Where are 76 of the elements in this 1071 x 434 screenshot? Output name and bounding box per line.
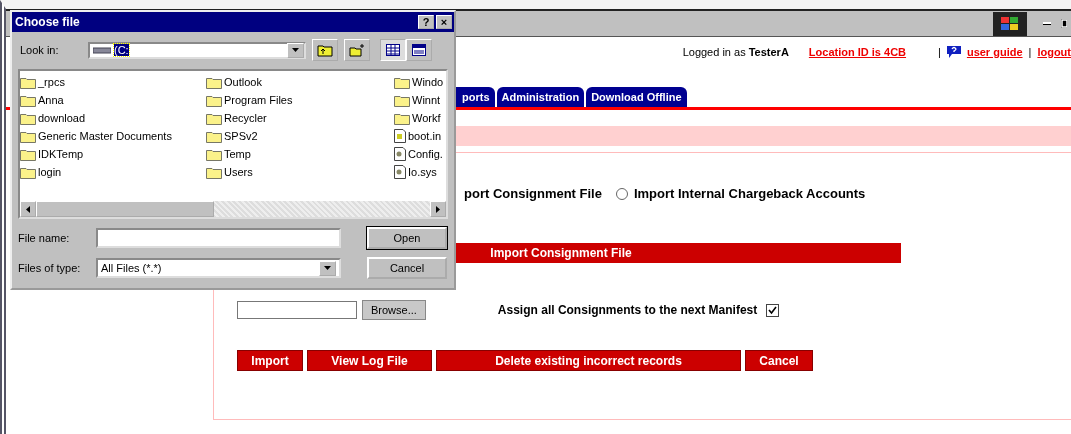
file-item[interactable]: SPSv2 bbox=[206, 127, 394, 145]
folder-icon bbox=[20, 147, 36, 161]
folder-icon bbox=[206, 147, 222, 161]
new-folder-button[interactable] bbox=[344, 39, 370, 61]
action-button[interactable]: View Log File bbox=[307, 350, 432, 371]
file-path-field[interactable] bbox=[237, 301, 357, 319]
details-view-button[interactable] bbox=[406, 39, 432, 61]
file-item[interactable]: Anna bbox=[20, 91, 206, 109]
help-bubble-icon[interactable] bbox=[946, 46, 961, 58]
look-in-dropdown[interactable]: (C: bbox=[88, 41, 306, 59]
list-view-button[interactable] bbox=[380, 39, 406, 61]
folder-icon bbox=[394, 75, 410, 89]
close-button[interactable]: × bbox=[436, 15, 452, 29]
file-item[interactable]: Temp bbox=[206, 145, 394, 163]
folder-icon bbox=[206, 165, 222, 179]
file-item[interactable]: Outlook bbox=[206, 73, 394, 91]
logout-link[interactable]: logout bbox=[1037, 46, 1071, 58]
help-button[interactable]: ? bbox=[418, 15, 434, 29]
list-view-icon bbox=[386, 44, 400, 56]
horizontal-scrollbar[interactable] bbox=[20, 201, 446, 217]
file-item[interactable]: boot.in bbox=[394, 127, 446, 145]
up-folder-button[interactable] bbox=[312, 39, 338, 61]
cancel-button[interactable]: Cancel bbox=[367, 257, 447, 279]
assign-label: Assign all Consignments to the next Manifest bbox=[497, 303, 758, 317]
action-button[interactable]: Import bbox=[237, 350, 303, 371]
file-item[interactable]: _rpcs bbox=[20, 73, 206, 91]
scroll-right-button[interactable] bbox=[430, 201, 446, 217]
right-arrow-icon bbox=[436, 205, 440, 213]
separator: | bbox=[1028, 46, 1032, 58]
file-item[interactable]: Config. bbox=[394, 145, 446, 163]
file-type-dropdown[interactable]: All Files (*.*) bbox=[96, 258, 341, 278]
file-item[interactable]: IDKTemp bbox=[20, 145, 206, 163]
left-arrow-icon bbox=[26, 205, 30, 213]
action-button[interactable]: Cancel bbox=[745, 350, 813, 371]
action-button[interactable]: Delete existing incorrect records bbox=[436, 350, 741, 371]
file-item[interactable]: Io.sys bbox=[394, 163, 446, 181]
scroll-left-button[interactable] bbox=[20, 201, 36, 217]
folder-icon bbox=[20, 165, 36, 179]
drive-icon bbox=[93, 46, 111, 54]
restore-icon[interactable] bbox=[1061, 19, 1067, 28]
separator: | bbox=[938, 46, 941, 58]
file-name-label: File name: bbox=[18, 232, 71, 244]
nav-tab[interactable]: Download Offline bbox=[586, 87, 687, 107]
assign-checkbox[interactable] bbox=[766, 303, 780, 317]
file-item[interactable]: Generic Master Documents bbox=[20, 127, 206, 145]
dialog-title: Choose file bbox=[15, 15, 81, 29]
file-item[interactable]: Program Files bbox=[206, 91, 394, 109]
system-file-icon bbox=[394, 147, 406, 161]
radio-label: port Consignment File bbox=[464, 186, 602, 201]
scroll-thumb[interactable] bbox=[36, 201, 214, 217]
new-folder-icon bbox=[349, 43, 365, 57]
files-of-type-label: Files of type: bbox=[18, 262, 82, 274]
minimize-icon[interactable] bbox=[1043, 22, 1051, 25]
open-button[interactable]: Open bbox=[367, 227, 447, 249]
folder-icon bbox=[206, 75, 222, 89]
location-link[interactable]: Location ID is 4CB bbox=[808, 46, 907, 58]
logged-in-text: Logged in as TesterA bbox=[682, 46, 789, 58]
nav-tab[interactable]: Administration bbox=[496, 87, 585, 107]
details-view-icon bbox=[412, 44, 426, 56]
folder-icon bbox=[20, 129, 36, 143]
settings-file-icon bbox=[394, 129, 406, 143]
look-in-label: Look in: bbox=[20, 44, 60, 56]
file-item[interactable]: download bbox=[20, 109, 206, 127]
folder-icon bbox=[20, 75, 36, 89]
file-item[interactable]: Users bbox=[206, 163, 394, 181]
browse-button[interactable]: Browse... bbox=[362, 300, 426, 320]
file-item[interactable]: login bbox=[20, 163, 206, 181]
user-guide-link[interactable]: user guide bbox=[966, 46, 1023, 58]
radio-label: Import Internal Chargeback Accounts bbox=[633, 186, 866, 201]
up-folder-icon bbox=[317, 43, 333, 57]
file-name-field[interactable] bbox=[96, 228, 341, 248]
radio-button[interactable] bbox=[615, 187, 628, 200]
file-item[interactable]: Recycler bbox=[206, 109, 394, 127]
folder-icon bbox=[206, 129, 222, 143]
file-item[interactable]: Workf bbox=[394, 109, 446, 127]
system-file-icon bbox=[394, 165, 406, 179]
